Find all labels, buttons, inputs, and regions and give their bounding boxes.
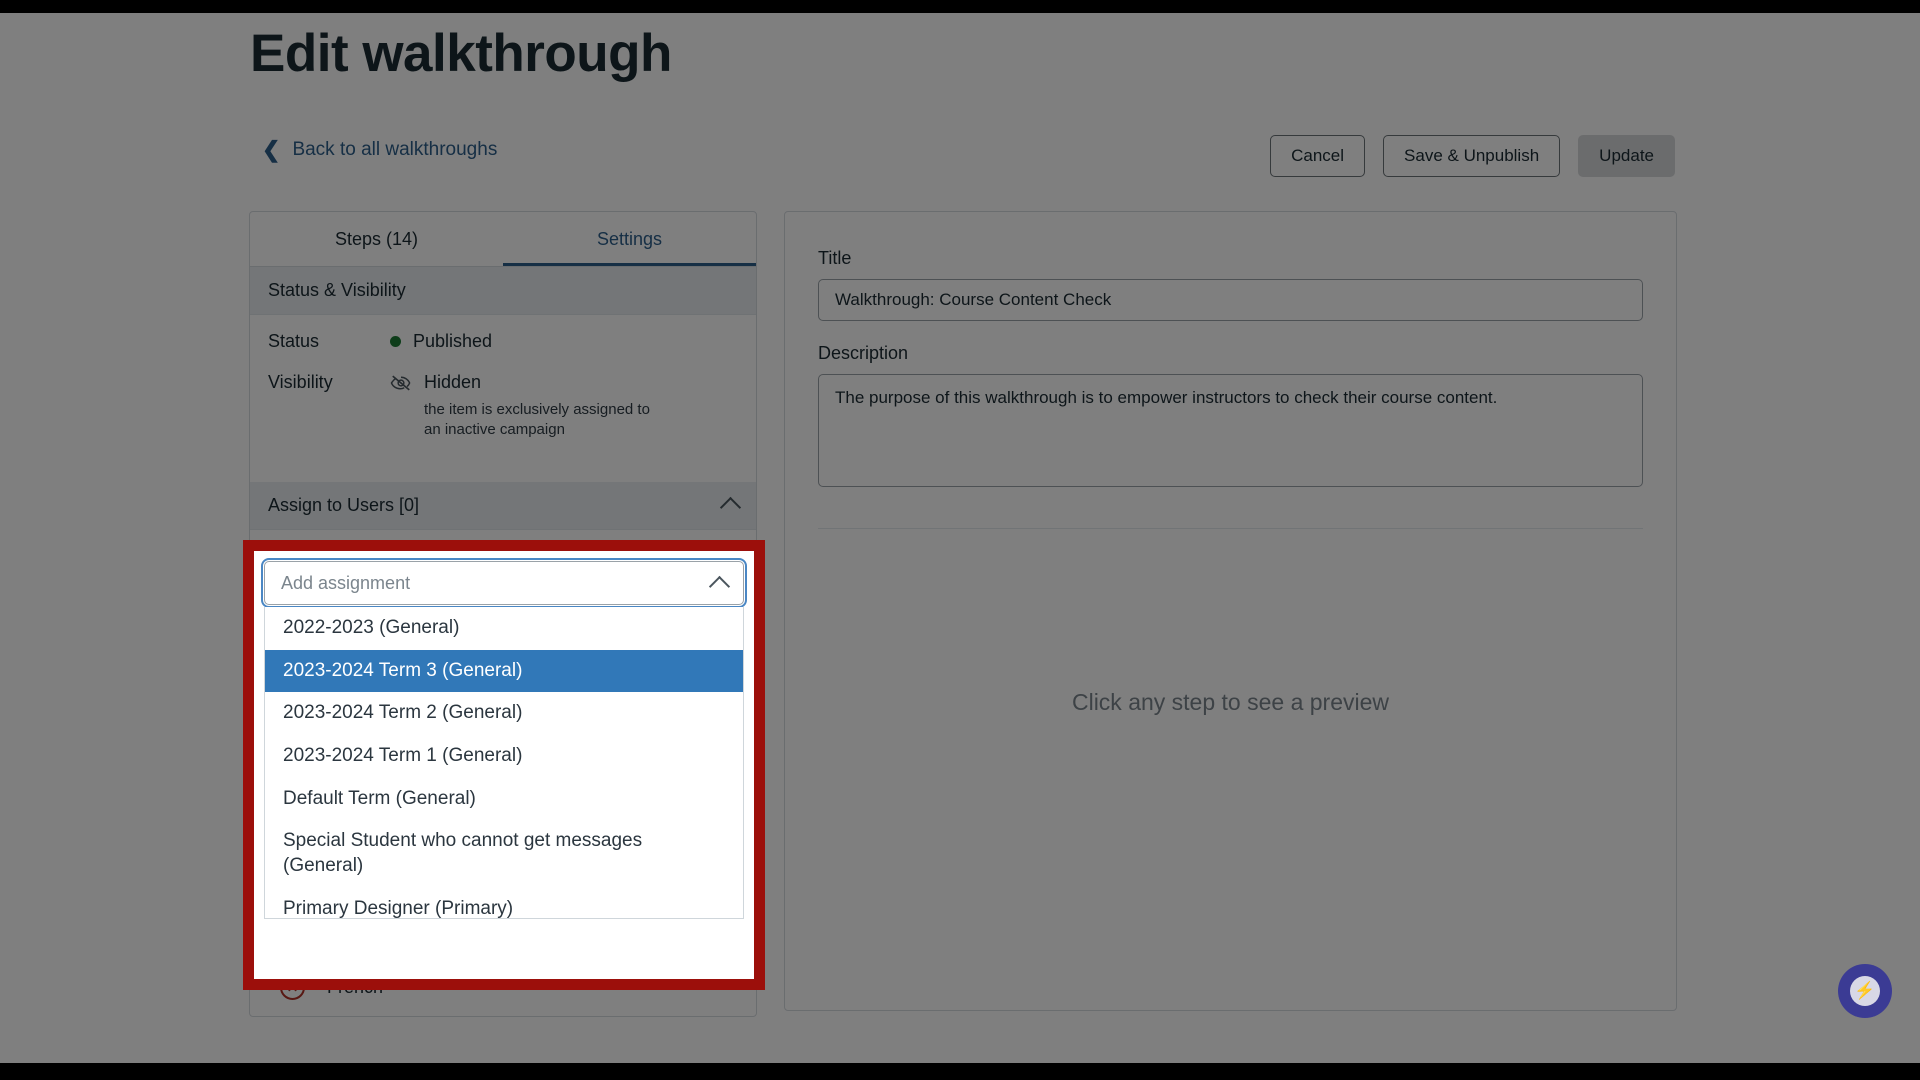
assignment-search-input[interactable] <box>281 572 712 594</box>
update-button[interactable]: Update <box>1578 135 1675 177</box>
title-field-label: Title <box>818 248 852 268</box>
help-chat-icon: ⚡ <box>1850 976 1880 1006</box>
status-dot-icon <box>390 336 401 347</box>
chevron-left-icon: ❮ <box>262 137 281 162</box>
assignment-combobox: 2022-2023 (General) 2023-2024 Term 3 (Ge… <box>261 558 747 919</box>
help-chat-button[interactable]: ⚡ <box>1838 964 1892 1018</box>
dropdown-option-selected[interactable]: 2023-2024 Term 3 (General) <box>265 649 743 693</box>
dropdown-option[interactable]: 2023-2024 Term 1 (General) <box>265 735 743 778</box>
chevron-up-icon[interactable] <box>719 496 742 519</box>
dropdown-option[interactable]: Special Student who cannot get messages … <box>265 820 743 887</box>
status-label: Status <box>268 331 320 351</box>
page-title: Edit walkthrough <box>250 24 672 83</box>
status-visibility-heading: Status & Visibility <box>250 267 756 315</box>
save-unpublish-button[interactable]: Save & Unpublish <box>1383 135 1561 177</box>
assignment-input-wrapper[interactable] <box>261 558 747 608</box>
visibility-row: Visibility Hidden the item is exclusivel… <box>268 372 738 440</box>
title-input[interactable] <box>818 279 1643 321</box>
top-action-bar: Cancel Save & Unpublish Update <box>1270 135 1675 177</box>
status-visibility-body: Status Published Visibility Hidden the i… <box>250 315 756 482</box>
dropdown-option[interactable]: Primary Designer (Primary) <box>265 888 743 918</box>
dropdown-option[interactable]: 2023-2024 Term 2 (General) <box>265 692 743 735</box>
description-field-label: Description <box>818 343 909 363</box>
status-value: Published <box>413 331 493 351</box>
assignment-dropdown-list[interactable]: 2022-2023 (General) 2023-2024 Term 3 (Ge… <box>264 607 744 919</box>
visibility-label: Visibility <box>268 372 333 392</box>
panel-divider <box>818 528 1643 529</box>
preview-hint: Click any step to see a preview <box>1071 689 1390 715</box>
status-row: Status Published <box>268 331 738 352</box>
assign-to-users-label: Assign to Users [0] <box>268 494 420 515</box>
chevron-up-icon[interactable] <box>708 575 731 597</box>
description-textarea[interactable]: The purpose of this walkthrough is to em… <box>818 374 1643 487</box>
visibility-note: the item is exclusively assigned to an i… <box>424 401 650 438</box>
back-link-label: Back to all walkthroughs <box>292 139 498 160</box>
eye-off-icon <box>390 374 412 391</box>
dropdown-option[interactable]: Default Term (General) <box>265 778 743 821</box>
tab-settings[interactable]: Settings <box>503 212 756 266</box>
visibility-value: Hidden <box>424 372 482 392</box>
screen-root: Edit walkthrough ❮ Back to all walkthrou… <box>0 0 1920 1080</box>
cancel-button[interactable]: Cancel <box>1270 135 1366 177</box>
details-panel: Title Description The purpose of this wa… <box>784 211 1677 1011</box>
dropdown-option[interactable]: 2022-2023 (General) <box>265 607 743 650</box>
assign-to-users-heading[interactable]: Assign to Users [0] <box>250 481 756 530</box>
back-to-all-walkthroughs-link[interactable]: ❮ Back to all walkthroughs <box>262 139 497 161</box>
status-visibility-heading-label: Status & Visibility <box>268 280 406 300</box>
tab-steps[interactable]: Steps (14) <box>250 212 503 266</box>
panel-tabs: Steps (14) Settings <box>250 212 756 267</box>
